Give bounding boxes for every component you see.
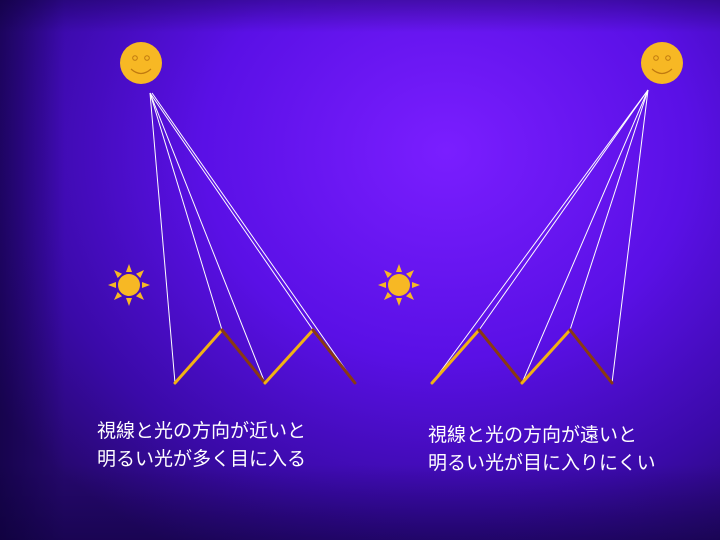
left-surface: [173, 328, 357, 385]
left-light-rays: [149, 92, 356, 384]
lit-facet: [173, 328, 224, 385]
lit-facet: [263, 328, 315, 385]
shaded-facet: [568, 328, 614, 385]
left-caption-line-2: 明るい光が多く目に入る: [97, 448, 307, 470]
right-caption-line-2: 明るい光が目に入りにくい: [428, 452, 656, 474]
ray: [521, 89, 649, 384]
lit-facet: [430, 328, 481, 385]
slide: 視線と光の方向が近いと 明るい光が多く目に入る 視線と光の方向が遠いと 明るい光…: [0, 0, 720, 540]
ray: [149, 92, 314, 331]
ray: [151, 92, 356, 384]
right-caption: 視線と光の方向が遠いと 明るい光が目に入りにくい: [428, 421, 656, 477]
shaded-facet: [477, 328, 524, 385]
moon-face-icon: [120, 42, 162, 84]
right-caption-line-1: 視線と光の方向が遠いと: [428, 424, 638, 446]
ray: [149, 92, 176, 384]
ray: [149, 92, 223, 331]
shaded-facet: [220, 328, 267, 385]
sun-icon: [108, 264, 150, 306]
sun-icon: [378, 264, 420, 306]
lit-facet: [520, 328, 572, 385]
right-surface: [430, 328, 614, 385]
left-caption-line-1: 視線と光の方向が近いと: [97, 420, 307, 442]
ray: [431, 89, 649, 384]
left-caption: 視線と光の方向が近いと 明るい光が多く目に入る: [97, 417, 306, 473]
shaded-facet: [311, 328, 357, 385]
ray: [149, 92, 266, 384]
moon-face-icon: [641, 42, 683, 84]
right-light-rays: [431, 89, 649, 384]
ray: [569, 89, 649, 331]
